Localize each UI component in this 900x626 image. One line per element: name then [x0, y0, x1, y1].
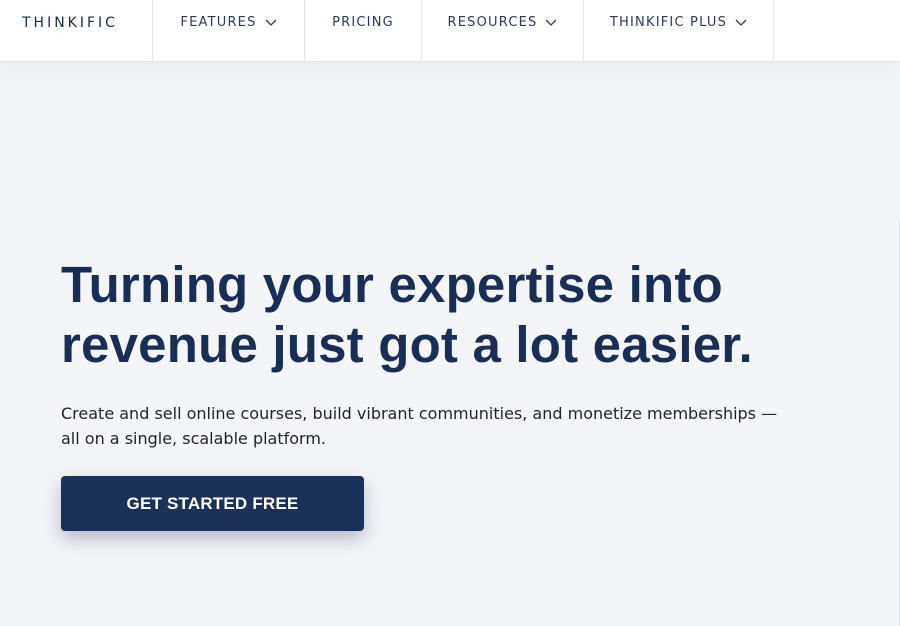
chevron-down-icon	[735, 19, 747, 26]
hero-section: Turning your expertise into revenue just…	[0, 62, 900, 626]
chevron-down-icon	[265, 19, 277, 26]
thinkific-logo[interactable]: THINKIFIC	[0, 0, 153, 61]
nav-item-label: RESOURCES	[447, 15, 538, 30]
get-started-free-button[interactable]: GET STARTED FREE	[61, 476, 364, 531]
hero-headline: Turning your expertise into revenue just…	[61, 256, 753, 373]
nav-item-label: PRICING	[332, 15, 394, 30]
nav-item-label: THINKIFIC PLUS	[609, 15, 728, 30]
top-navigation: THINKIFIC FEATURES PRICING RESOURCES THI…	[0, 0, 900, 62]
nav-item-pricing[interactable]: PRICING	[305, 0, 422, 61]
hero-subtext: Create and sell online courses, build vi…	[61, 404, 778, 448]
nav-item-features[interactable]: FEATURES	[153, 0, 305, 61]
nav-item-thinkific-plus[interactable]: THINKIFIC PLUS	[584, 0, 774, 61]
nav-item-label: FEATURES	[180, 15, 257, 30]
nav-item-resources[interactable]: RESOURCES	[422, 0, 584, 61]
chevron-down-icon	[546, 19, 557, 26]
